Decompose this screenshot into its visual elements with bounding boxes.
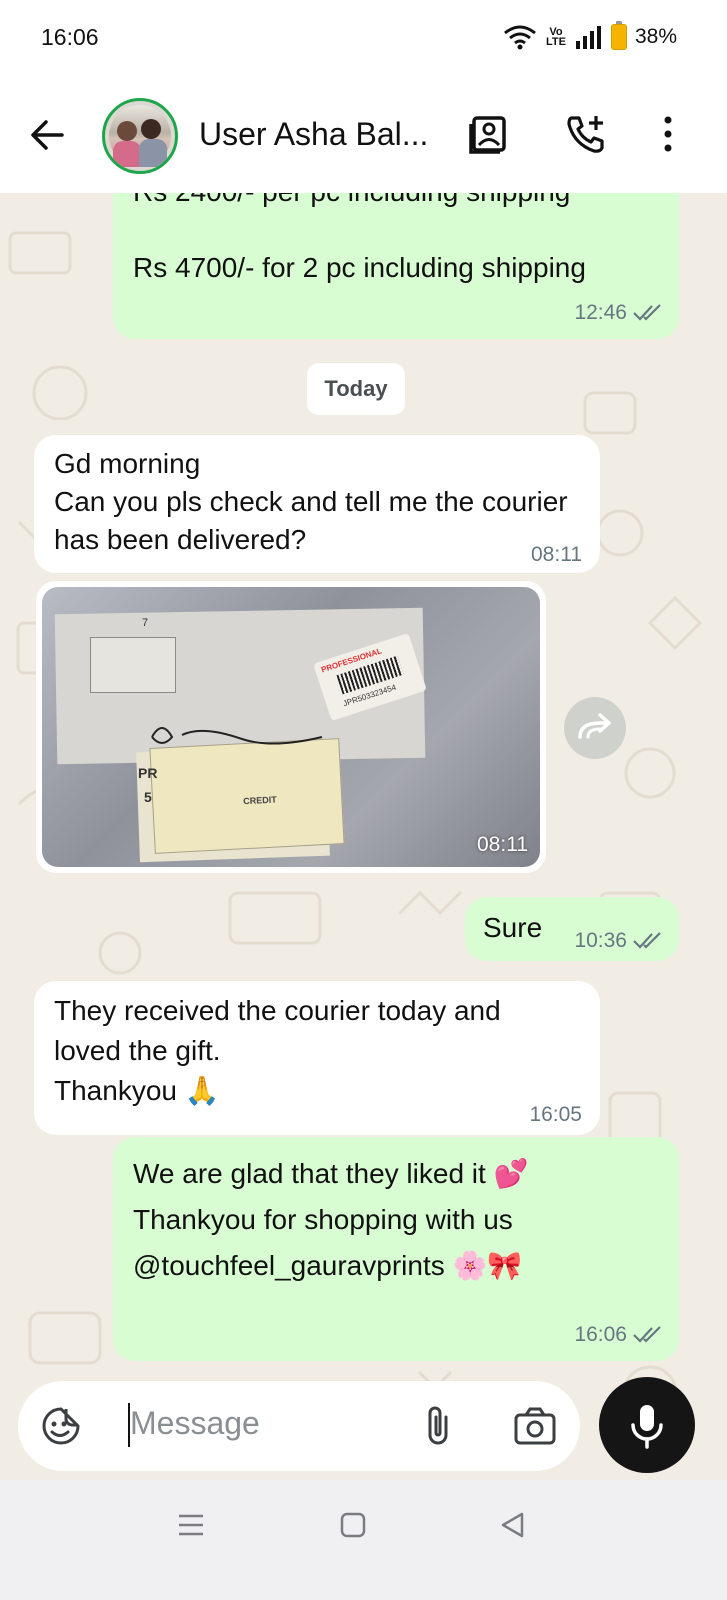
chat-header: User Asha Bal... [0, 80, 727, 193]
photo-text-box: 7 [142, 617, 149, 629]
message-bubble-outgoing[interactable]: We are glad that they liked it 💕 Thankyo… [113, 1137, 679, 1361]
message-meta: 16:06 [574, 1323, 663, 1347]
read-ticks-icon [633, 304, 661, 321]
read-ticks-icon [633, 932, 661, 949]
message-text: Rs 2400/- per pc including shipping Rs 4… [133, 193, 586, 283]
forward-icon [578, 713, 611, 739]
image-time: 08:11 [477, 833, 528, 856]
read-ticks-icon [633, 1326, 661, 1343]
message-meta: 08:11 [531, 543, 582, 567]
forward-button[interactable] [564, 697, 626, 759]
avatar[interactable] [102, 98, 178, 174]
message-text: We are glad that they liked it 💕 Thankyo… [133, 1158, 529, 1281]
battery-icon [610, 21, 627, 50]
message-time: 08:11 [531, 543, 582, 566]
status-time: 16:06 [41, 24, 99, 50]
image-message[interactable]: 7 PROFESSIONAL JPR503323454 CREDIT PR 5 … [36, 581, 546, 873]
photo-text-five: 5 [144, 789, 152, 805]
contact-name[interactable]: User Asha Bal... [199, 116, 439, 153]
system-nav-bar [0, 1480, 727, 1600]
add-call-icon[interactable] [564, 112, 608, 156]
message-meta: 12:46 [574, 301, 663, 325]
contact-card-icon[interactable] [468, 112, 512, 156]
message-meta: 10:36 [574, 929, 663, 953]
message-text: Gd morning Can you pls check and tell me… [54, 448, 568, 555]
recent-apps-icon[interactable] [176, 1510, 206, 1540]
chat-area[interactable]: Rs 2400/- per pc including shipping Rs 4… [0, 193, 727, 1480]
home-icon[interactable] [338, 1510, 368, 1540]
back-arrow-icon[interactable] [26, 114, 68, 156]
message-time: 16:05 [529, 1103, 582, 1126]
date-chip: Today [307, 363, 405, 415]
photo-text-credit: CREDIT [243, 794, 277, 807]
status-bar: 16:06 Vo LTE 38% [0, 0, 727, 80]
message-composer[interactable]: Message [18, 1381, 580, 1471]
attach-icon[interactable] [418, 1403, 458, 1449]
signal-icon [575, 26, 601, 49]
photo-text-pr: PR [138, 765, 158, 781]
message-text: They received the courier today and love… [54, 995, 501, 1106]
back-nav-icon[interactable] [498, 1510, 528, 1540]
camera-icon[interactable] [512, 1405, 558, 1447]
message-bubble-outgoing[interactable]: Rs 2400/- per pc including shipping Rs 4… [113, 193, 679, 339]
message-bubble-outgoing[interactable]: Sure 10:36 [465, 897, 679, 961]
sticker-icon[interactable] [40, 1405, 82, 1447]
message-bubble-incoming[interactable]: Gd morning Can you pls check and tell me… [34, 435, 600, 573]
mic-icon [631, 1405, 663, 1449]
mic-button[interactable] [599, 1377, 695, 1473]
string-loop [151, 727, 323, 745]
courier-photo[interactable]: 7 PROFESSIONAL JPR503323454 CREDIT PR 5 … [42, 587, 540, 867]
status-icons: Vo LTE 38% [503, 21, 677, 50]
message-input[interactable]: Message [130, 1405, 260, 1442]
message-time: 10:36 [574, 929, 627, 952]
more-vert-icon[interactable] [646, 112, 690, 156]
wifi-icon [504, 25, 536, 50]
message-text: Sure [483, 912, 543, 943]
message-meta: 16:05 [529, 1103, 582, 1127]
message-time: 12:46 [574, 301, 627, 324]
battery-percent: 38% [634, 25, 677, 48]
message-bubble-incoming[interactable]: They received the courier today and love… [34, 981, 600, 1135]
message-time: 16:06 [574, 1323, 627, 1346]
volte-icon: Vo LTE [545, 26, 566, 48]
